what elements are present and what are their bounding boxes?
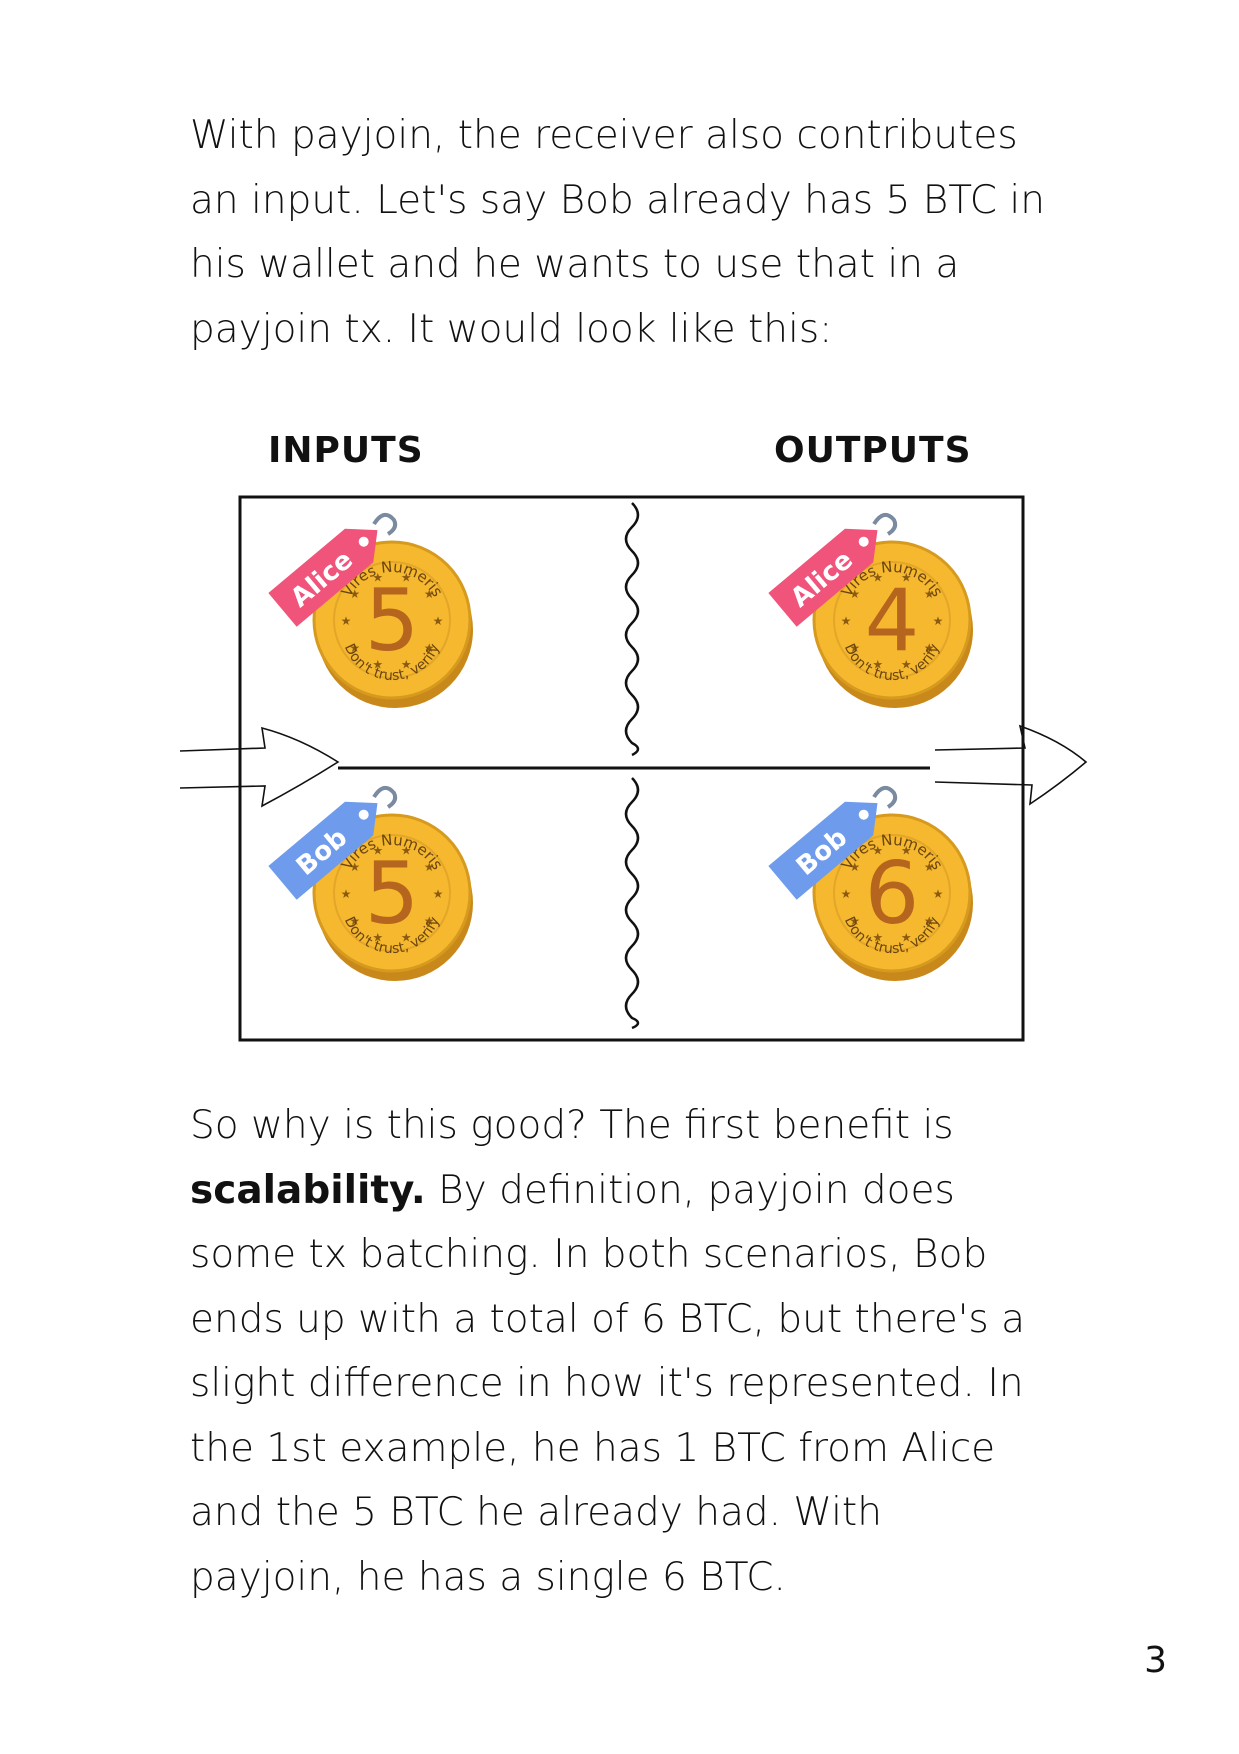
body-line-rest: By definition, payjoin does: [425, 1167, 955, 1213]
coin-value: 6: [865, 844, 920, 944]
coin-alice-input: ★★★★★★★★ ★★Vires NumerisDon't trust, veri…: [268, 512, 473, 708]
coin-value: 5: [365, 844, 420, 944]
squiggle-divider-top: [624, 502, 640, 757]
body-paragraph: So why is this good? The first benefit i…: [190, 1094, 1090, 1610]
coin-value: 5: [365, 571, 420, 671]
body-line: So why is this good? The first benefit i…: [190, 1103, 954, 1148]
star-icon: ★: [841, 887, 852, 901]
body-line: ends up with a total of 6 BTC, but there…: [190, 1296, 1026, 1342]
coin-value: 4: [865, 571, 920, 671]
squiggle-divider-bottom: [624, 777, 640, 1030]
coin-alice-output: ★★★★★★★★ ★★Vires NumerisDon't trust, veri…: [768, 512, 973, 708]
star-icon: ★: [341, 887, 352, 901]
body-line: and the 5 BTC he already had. With: [190, 1490, 882, 1535]
output-arrow-icon: [934, 724, 1088, 806]
body-line: scalability. By definition, payjoin does: [190, 1159, 1090, 1224]
body-line: slight difference in how it's represente…: [190, 1361, 1024, 1406]
emphasis-text: scalability.: [190, 1167, 426, 1213]
body-line: the 1st example, he has 1 BTC from Alice: [190, 1425, 996, 1471]
input-arrow-icon: [179, 726, 340, 808]
star-icon: ★: [841, 614, 852, 628]
page-number: 3: [1144, 1640, 1167, 1681]
coin-bob-output: ★★★★★★★★ ★★Vires NumerisDon't trust, veri…: [768, 785, 973, 981]
star-icon: ★: [341, 614, 352, 628]
star-icon: ★: [933, 887, 944, 901]
star-icon: ★: [433, 887, 444, 901]
body-line: some tx batching. In both scenarios, Bob: [190, 1232, 988, 1277]
coin-bob-input: ★★★★★★★★ ★★Vires NumerisDon't trust, veri…: [268, 785, 473, 981]
star-icon: ★: [933, 614, 944, 628]
body-line: payjoin, he has a single 6 BTC.: [190, 1554, 786, 1600]
star-icon: ★: [433, 614, 444, 628]
